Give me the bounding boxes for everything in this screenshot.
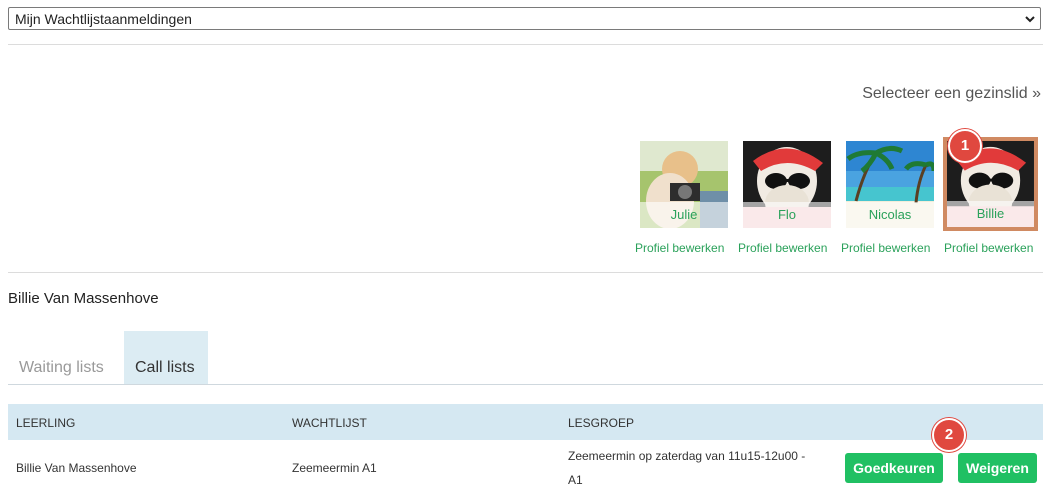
member-name: Nicolas — [846, 202, 934, 228]
page-select-value: Mijn Wachtlijstaanmeldingen — [15, 11, 192, 27]
reject-button[interactable]: Weigeren — [958, 453, 1037, 483]
cell-leerling: Billie Van Massenhove — [16, 461, 137, 475]
cell-wachtlijst: Zeemeermin A1 — [292, 461, 377, 475]
divider — [8, 272, 1043, 273]
column-header-leerling: LEERLING — [16, 416, 76, 430]
step-badge-2: 2 — [932, 418, 966, 452]
select-family-member-link[interactable]: Selecteer een gezinslid » — [862, 85, 1041, 103]
member-name: Billie — [947, 201, 1034, 227]
member-name: Flo — [743, 202, 831, 228]
column-header-lesgroep: LESGROEP — [568, 416, 635, 430]
family-member-flo[interactable]: Flo — [743, 141, 831, 228]
cell-lesgroep-line1: Zeemeermin op zaterdag van 11u15-12u00 - — [568, 449, 806, 463]
selected-person-name: Billie Van Massenhove — [8, 290, 159, 307]
edit-profile-link-billie[interactable]: Profiel bewerken — [944, 241, 1033, 255]
family-member-julie[interactable]: Julie — [640, 141, 728, 228]
divider — [8, 44, 1043, 45]
tab-call-lists[interactable]: Call lists — [124, 331, 208, 384]
approve-button[interactable]: Goedkeuren — [845, 453, 943, 483]
step-badge-1: 1 — [948, 129, 982, 163]
tab-waiting-lists[interactable]: Waiting lists — [8, 331, 115, 384]
cell-lesgroep-line2: A1 — [568, 473, 583, 487]
table-header: LEERLING WACHTLIJST LESGROEP — [8, 404, 1043, 440]
edit-profile-link-nicolas[interactable]: Profiel bewerken — [841, 241, 930, 255]
tabs-divider — [8, 384, 1043, 385]
edit-profile-link-flo[interactable]: Profiel bewerken — [738, 241, 827, 255]
column-header-wachtlijst: WACHTLIJST — [292, 416, 367, 430]
member-name: Julie — [640, 202, 728, 228]
page-select[interactable]: Mijn Wachtlijstaanmeldingen — [8, 7, 1041, 30]
edit-profile-link-julie[interactable]: Profiel bewerken — [635, 241, 724, 255]
chevron-down-icon — [1025, 16, 1035, 23]
family-member-nicolas[interactable]: Nicolas — [846, 141, 934, 228]
